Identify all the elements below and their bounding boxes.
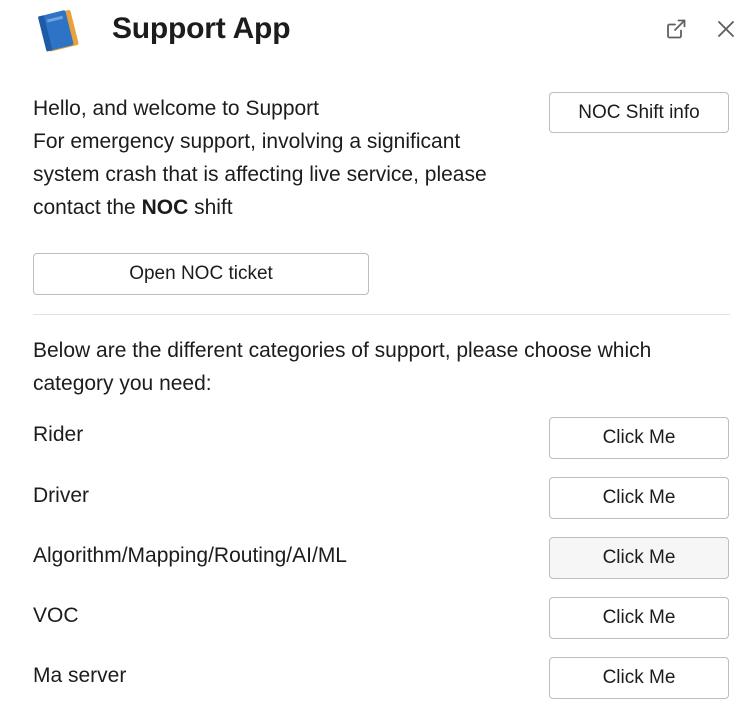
notebook-icon xyxy=(34,8,84,54)
app-header: Support App xyxy=(0,0,756,62)
welcome-greeting: Hello, and welcome to xyxy=(33,97,240,120)
welcome-support-word: Support xyxy=(245,97,320,120)
categories-intro: Below are the different categories of su… xyxy=(33,339,652,395)
category-rider-button[interactable]: Click Me xyxy=(549,417,729,459)
welcome-line-1: Hello, and welcome to Support xyxy=(33,92,533,125)
shift-text: shift xyxy=(194,196,233,219)
welcome-message: Hello, and welcome to Support For emerge… xyxy=(33,92,533,224)
welcome-line-4: contact the NOC shift xyxy=(33,191,533,224)
category-voc-button[interactable]: Click Me xyxy=(549,597,729,639)
close-icon[interactable] xyxy=(712,15,740,43)
noc-shift-info-button[interactable]: NOC Shift info xyxy=(549,92,729,133)
category-label-rider: Rider xyxy=(33,423,84,446)
section-divider xyxy=(33,314,730,315)
open-noc-ticket-button[interactable]: Open NOC ticket xyxy=(33,253,369,295)
category-server-button[interactable]: Click Me xyxy=(549,657,729,699)
welcome-line-3: system crash that is affecting live serv… xyxy=(33,163,487,186)
category-label-voc: VOC xyxy=(33,604,79,627)
external-link-icon[interactable] xyxy=(662,15,690,43)
category-label-algorithm: Algorithm/Mapping/Routing/AI/ML xyxy=(33,544,347,567)
category-label-server: Ma server xyxy=(33,664,127,687)
noc-emphasis: NOC xyxy=(141,196,189,219)
welcome-line-2: For emergency support, involving a signi… xyxy=(33,130,461,153)
category-driver-button[interactable]: Click Me xyxy=(549,477,729,519)
category-label-driver: Driver xyxy=(33,484,89,507)
app-title: Support App xyxy=(112,12,291,45)
contact-text: contact the xyxy=(33,196,136,219)
category-algorithm-button[interactable]: Click Me xyxy=(549,537,729,579)
